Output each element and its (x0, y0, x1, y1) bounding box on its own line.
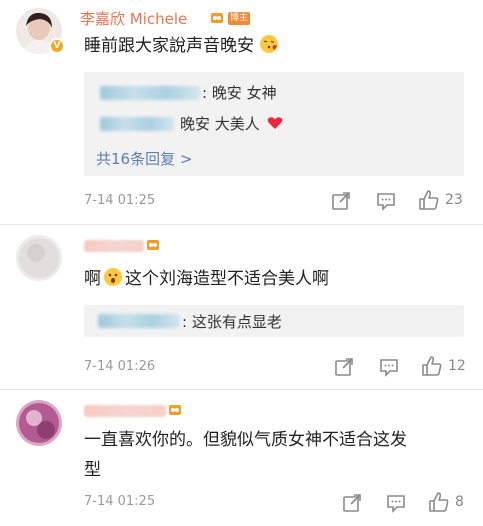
comment-1: V 李嘉欣 Michele 博主 睡前跟大家說声音晚安 : 晚安 女神 晚安 大… (0, 0, 483, 224)
avatar[interactable] (16, 235, 62, 281)
share-icon[interactable] (330, 190, 352, 212)
like-count: 8 (455, 494, 464, 510)
comment-icon[interactable] (385, 492, 407, 514)
reply-box[interactable]: : 这张有点显老 (84, 305, 464, 337)
comment-icon[interactable] (378, 356, 400, 378)
fan-badge-icon (211, 13, 223, 23)
comment-text-line1: 一直喜欢你的。但貌似气质女神不适合这发 (84, 430, 407, 450)
fan-badge-icon (147, 240, 159, 250)
share-icon[interactable] (333, 356, 355, 378)
more-replies-link[interactable]: 共16条回复 > (96, 148, 192, 169)
like-icon[interactable] (418, 189, 440, 211)
kiss-emoji (260, 35, 279, 53)
reply-author-blur (100, 86, 200, 100)
author-name-blur[interactable] (84, 240, 144, 252)
reply-box[interactable]: : 晚安 女神 晚安 大美人 共16条回复 > (84, 72, 464, 176)
comment-3: 一直喜欢你的。但貌似气质女神不适合这发 型 7-14 01:25 8 (0, 390, 483, 526)
avatar[interactable] (16, 400, 62, 446)
author-name-blur[interactable] (84, 405, 166, 417)
reply-author-blur (98, 314, 180, 328)
like-icon[interactable] (428, 491, 450, 513)
verified-icon: V (49, 38, 65, 54)
like-icon[interactable] (421, 355, 443, 377)
like-count: 23 (445, 192, 463, 208)
comment-text-line2: 型 (84, 460, 101, 480)
comment-2: 啊 这个刘海造型不适合美人啊 : 这张有点显老 7-14 01:26 12 (0, 225, 483, 389)
role-badge: 博主 (228, 12, 251, 25)
timestamp: 7-14 01:26 (84, 359, 156, 374)
reply-text: : 晚安 女神 (202, 84, 277, 102)
comment-icon[interactable] (375, 190, 397, 212)
reply-text: 晚安 大美人 (180, 113, 283, 134)
timestamp: 7-14 01:25 (84, 494, 156, 509)
reply-text: : 这张有点显老 (182, 313, 282, 331)
heart-icon (267, 117, 282, 129)
timestamp: 7-14 01:25 (84, 193, 156, 208)
comment-text: 睡前跟大家說声音晚安 (84, 34, 279, 58)
reply-author-blur (100, 117, 174, 131)
share-icon[interactable] (341, 492, 363, 514)
surprised-emoji (104, 268, 122, 286)
like-count: 12 (448, 358, 466, 374)
comment-text: 啊 这个刘海造型不适合美人啊 (84, 268, 329, 289)
author-name[interactable]: 李嘉欣 Michele (80, 8, 187, 29)
fan-badge-icon (169, 405, 181, 415)
